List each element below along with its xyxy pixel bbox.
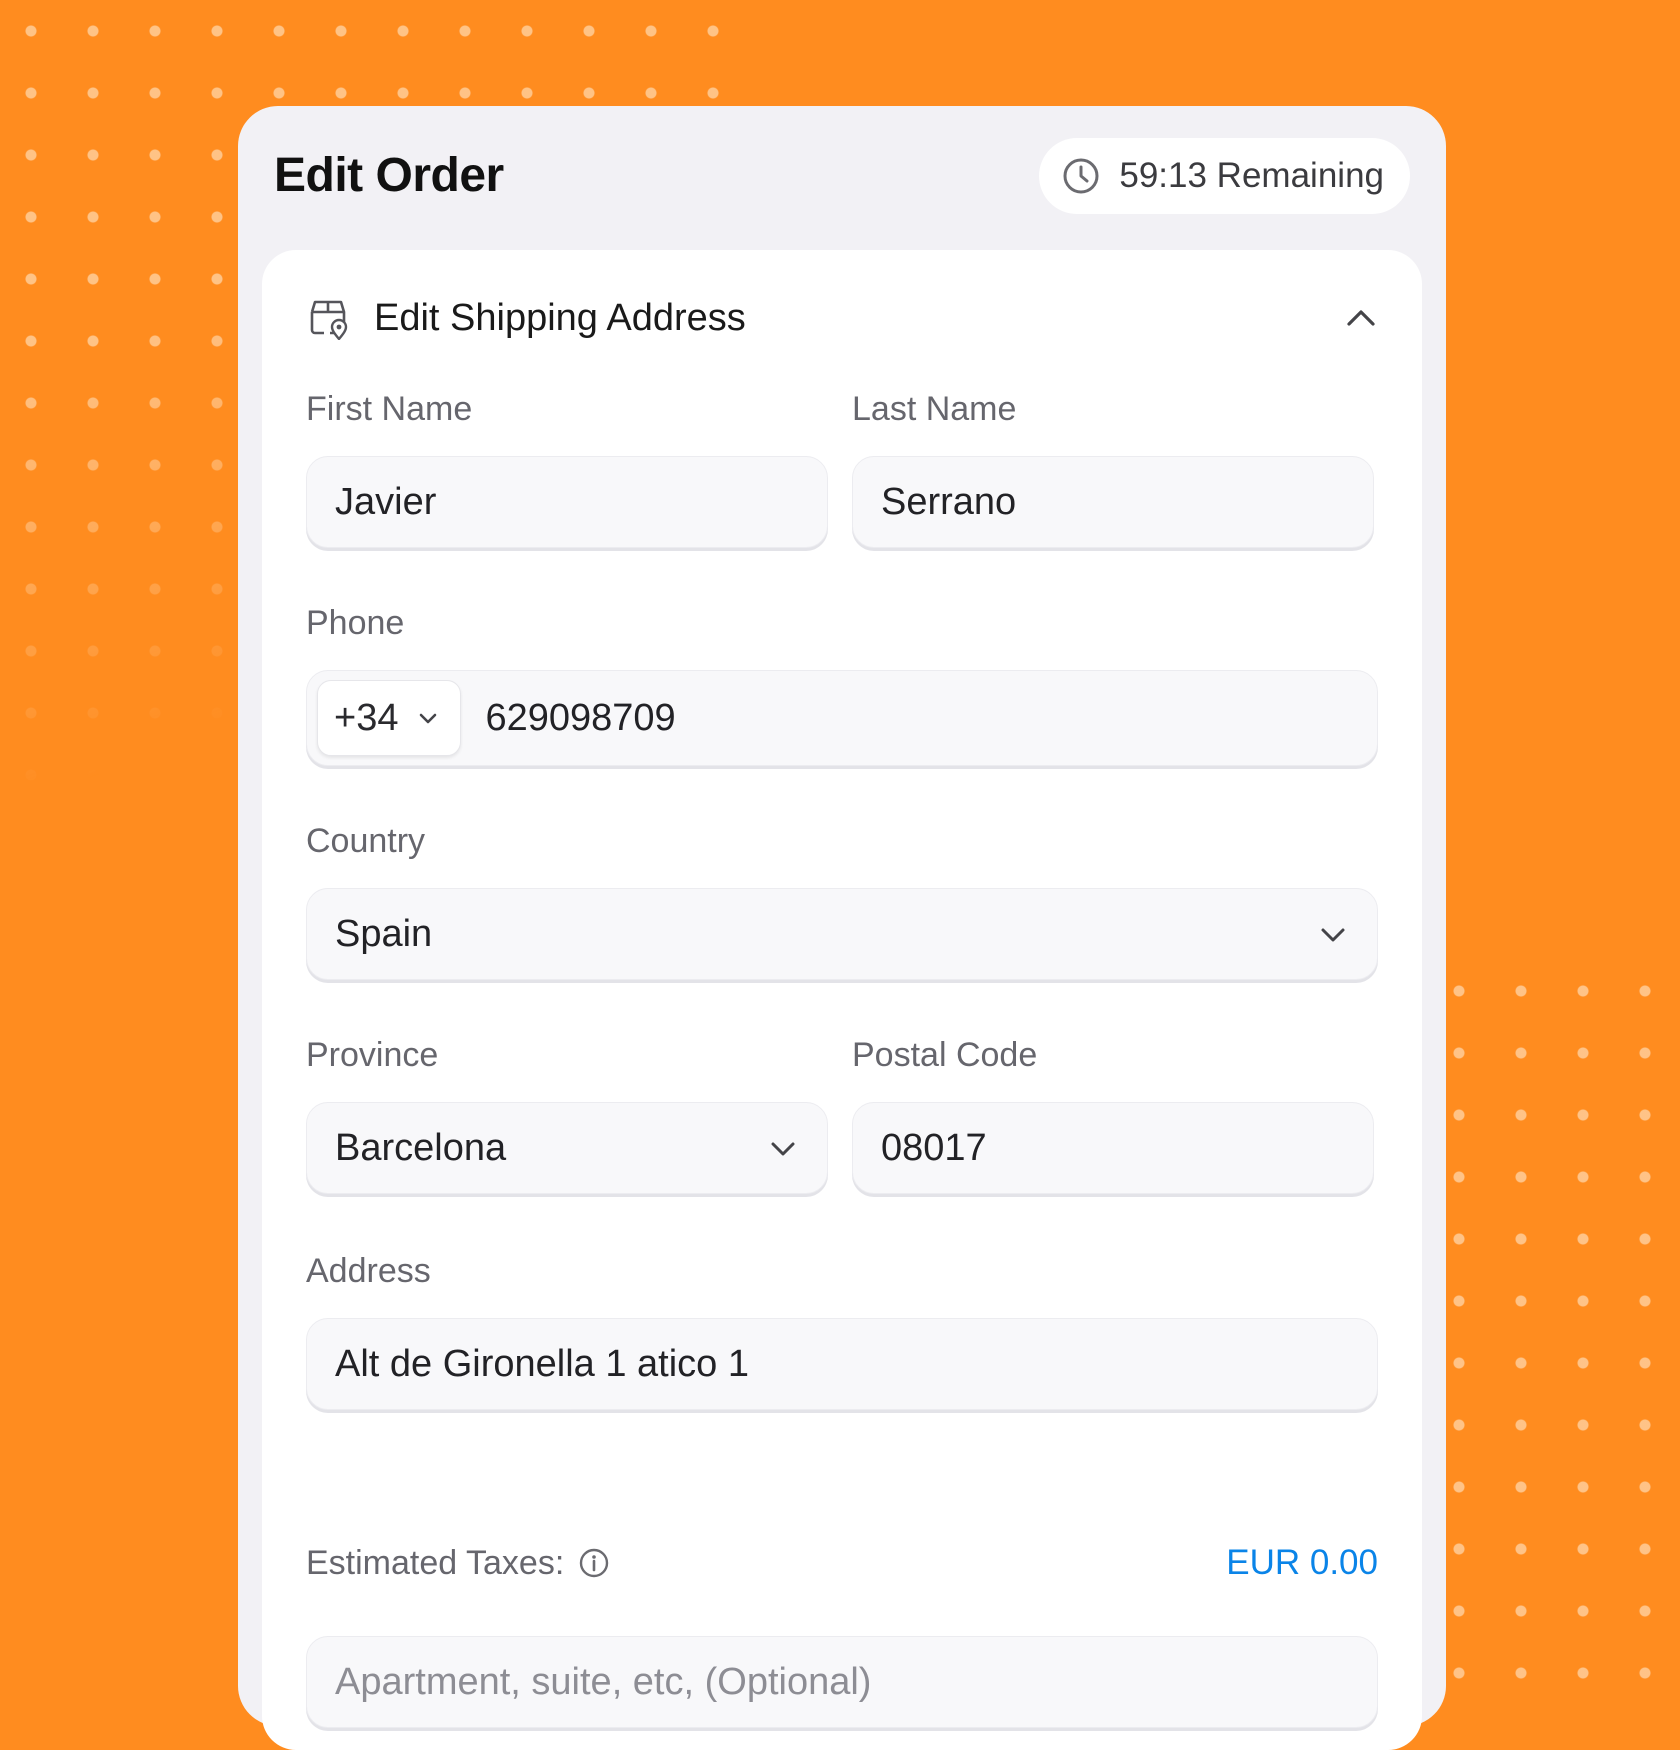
- first-name-field[interactable]: Javier: [306, 456, 828, 548]
- country-code-selector[interactable]: +34: [317, 680, 462, 756]
- shipping-box-location-icon: [306, 296, 350, 340]
- info-icon[interactable]: [578, 1547, 610, 1579]
- chevron-down-icon: [416, 706, 440, 730]
- estimated-taxes-row: Estimated Taxes: EUR 0.00: [306, 1538, 1378, 1588]
- apartment-field[interactable]: Apartment, suite, etc, (Optional): [306, 1636, 1378, 1728]
- country-value: Spain: [335, 912, 433, 955]
- province-label: Province: [306, 1036, 439, 1074]
- estimated-taxes-amount: EUR 0.00: [1226, 1543, 1378, 1582]
- country-label: Country: [306, 822, 426, 860]
- chevron-up-icon[interactable]: [1344, 301, 1378, 335]
- first-name-label: First Name: [306, 390, 473, 428]
- province-select[interactable]: Barcelona: [306, 1102, 828, 1194]
- country-select[interactable]: Spain: [306, 888, 1378, 980]
- last-name-value: Serrano: [881, 480, 1017, 523]
- phone-number-value: 629098709: [485, 696, 676, 739]
- shipping-address-panel: Edit Shipping Address First Name Last Na…: [262, 250, 1422, 1750]
- province-value: Barcelona: [335, 1126, 507, 1169]
- phone-label: Phone: [306, 604, 405, 642]
- postal-code-label: Postal Code: [852, 1036, 1038, 1074]
- dot-pattern-bottom-right: [1410, 950, 1680, 1680]
- postal-code-value: 08017: [881, 1126, 987, 1169]
- country-code-value: +34: [334, 696, 399, 739]
- phone-field[interactable]: +34 629098709: [306, 670, 1378, 766]
- address-value: Alt de Gironella 1 atico 1: [335, 1342, 750, 1385]
- section-header[interactable]: Edit Shipping Address: [306, 288, 1378, 348]
- apartment-placeholder: Apartment, suite, etc, (Optional): [335, 1660, 872, 1703]
- postal-code-field[interactable]: 08017: [852, 1102, 1374, 1194]
- estimated-taxes-label: Estimated Taxes:: [306, 1543, 565, 1582]
- page-title: Edit Order: [274, 149, 504, 202]
- chevron-down-icon: [1317, 918, 1349, 950]
- address-label: Address: [306, 1252, 431, 1290]
- last-name-label: Last Name: [852, 390, 1017, 428]
- last-name-field[interactable]: Serrano: [852, 456, 1374, 548]
- section-title: Edit Shipping Address: [374, 296, 746, 339]
- chevron-down-icon: [767, 1132, 799, 1164]
- first-name-value: Javier: [335, 480, 437, 523]
- edit-order-card: Edit Order 59:13 Remaining Edit Shipping…: [238, 106, 1446, 1750]
- timer-text: 59:13 Remaining: [1119, 156, 1384, 195]
- address-field[interactable]: Alt de Gironella 1 atico 1: [306, 1318, 1378, 1410]
- clock-icon: [1061, 156, 1101, 196]
- timer-badge: 59:13 Remaining: [1039, 138, 1410, 214]
